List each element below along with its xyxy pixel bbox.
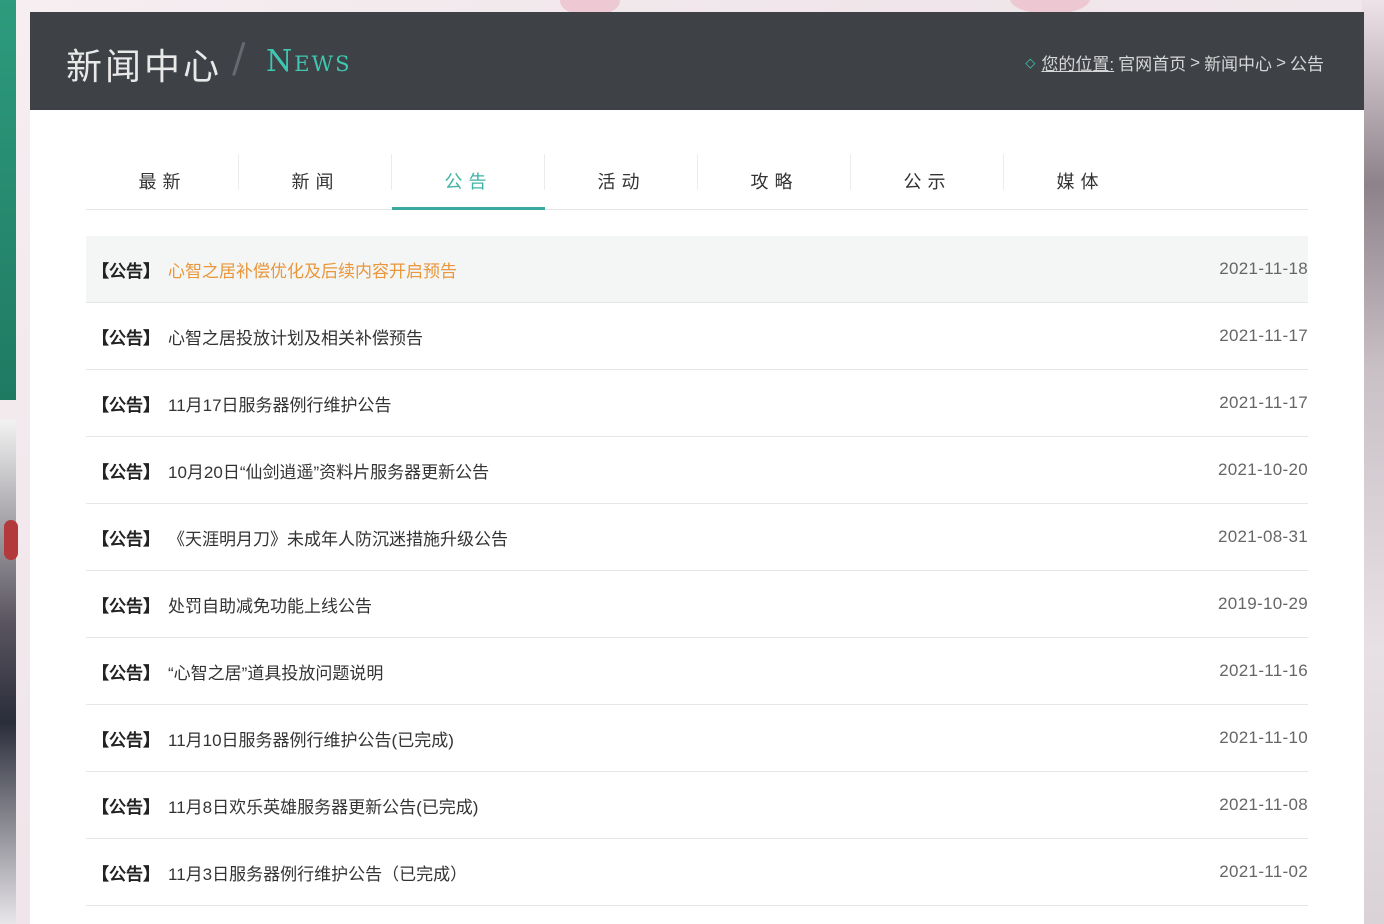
diamond-icon: ◇	[1025, 54, 1036, 70]
news-row[interactable]: 【公告】 处罚自助减免功能上线公告 2019-10-29	[86, 571, 1308, 638]
tab-label: 最新	[138, 171, 187, 192]
news-list: 【公告】 心智之居补偿优化及后续内容开启预告 2021-11-18 【公告】 心智之…	[86, 236, 1308, 906]
tab-latest[interactable]: 最新	[86, 152, 239, 209]
tab-notices[interactable]: 公示	[851, 152, 1004, 209]
news-date: 2021-11-16	[1219, 661, 1308, 680]
news-tag: 【公告】	[92, 730, 160, 750]
category-tabs: 最新 新闻 公告 活动 攻略 公示 媒体	[86, 152, 1308, 210]
tab-news[interactable]: 新闻	[239, 152, 392, 209]
tab-label: 攻略	[750, 171, 799, 192]
news-row[interactable]: 【公告】 11月8日欢乐英雄服务器更新公告(已完成) 2021-11-08	[86, 772, 1308, 839]
news-title[interactable]: 10月20日“仙剑逍遥”资料片服务器更新公告	[168, 458, 489, 483]
news-tag: 【公告】	[92, 797, 160, 817]
news-title[interactable]: 《天涯明月刀》未成年人防沉迷措施升级公告	[168, 525, 508, 550]
news-row[interactable]: 【公告】 “心智之居”道具投放问题说明 2021-11-16	[86, 638, 1308, 705]
breadcrumb-link-announcement[interactable]: 公告	[1290, 50, 1324, 75]
news-title[interactable]: 11月8日欢乐英雄服务器更新公告(已完成)	[168, 793, 478, 818]
breadcrumb: ◇ 您的位置: 官网首页 > 新闻中心 > 公告	[1025, 50, 1324, 75]
news-date: 2021-11-10	[1219, 728, 1308, 747]
news-title[interactable]: 11月10日服务器例行维护公告(已完成)	[168, 726, 454, 751]
news-title[interactable]: 心智之居补偿优化及后续内容开启预告	[168, 257, 457, 282]
news-tag: 【公告】	[92, 328, 160, 348]
active-tab-indicator	[392, 207, 545, 210]
news-row[interactable]: 【公告】 11月3日服务器例行维护公告（已完成） 2021-11-02	[86, 839, 1308, 906]
breadcrumb-separator: >	[1190, 52, 1201, 72]
breadcrumb-link-home[interactable]: 官网首页	[1118, 50, 1186, 75]
news-row[interactable]: 【公告】 《天涯明月刀》未成年人防沉迷措施升级公告 2021-08-31	[86, 504, 1308, 571]
news-tag: 【公告】	[92, 864, 160, 884]
news-row[interactable]: 【公告】 11月10日服务器例行维护公告(已完成) 2021-11-10	[86, 705, 1308, 772]
background-art-left-bottom	[0, 420, 16, 924]
news-tag: 【公告】	[92, 462, 160, 482]
news-tag: 【公告】	[92, 395, 160, 415]
news-date: 2021-08-31	[1218, 527, 1308, 546]
news-tag: 【公告】	[92, 529, 160, 549]
tab-label: 新闻	[291, 171, 340, 192]
tab-label: 媒体	[1056, 171, 1105, 192]
tab-announcement[interactable]: 公告	[392, 152, 545, 210]
news-tag: 【公告】	[92, 663, 160, 683]
page-title: 新闻中心	[66, 47, 223, 88]
news-title[interactable]: 处罚自助减免功能上线公告	[168, 592, 372, 617]
breadcrumb-link-news-center[interactable]: 新闻中心	[1204, 50, 1272, 75]
news-date: 2021-11-02	[1219, 862, 1308, 881]
background-art-right	[1362, 0, 1384, 924]
news-date: 2021-10-20	[1218, 460, 1308, 479]
news-date: 2021-11-17	[1219, 393, 1308, 412]
news-date: 2019-10-29	[1218, 594, 1308, 613]
tab-events[interactable]: 活动	[545, 152, 698, 209]
tab-label: 公告	[444, 171, 493, 192]
breadcrumb-separator: >	[1276, 52, 1286, 72]
news-tag: 【公告】	[92, 261, 160, 281]
news-date: 2021-11-17	[1219, 326, 1308, 345]
news-row[interactable]: 【公告】 11月17日服务器例行维护公告 2021-11-17	[86, 370, 1308, 437]
tab-label: 公示	[903, 171, 952, 192]
news-date: 2021-11-08	[1219, 795, 1308, 814]
tab-label: 活动	[597, 171, 646, 192]
news-date: 2021-11-18	[1219, 259, 1308, 278]
news-row[interactable]: 【公告】 心智之居投放计划及相关补偿预告 2021-11-17	[86, 303, 1308, 370]
title-divider: /	[232, 36, 246, 82]
page-title-en: News	[266, 44, 352, 79]
news-title[interactable]: 11月3日服务器例行维护公告（已完成）	[168, 860, 467, 885]
background-art-left-top	[0, 0, 16, 400]
news-title[interactable]: “心智之居”道具投放问题说明	[168, 659, 383, 684]
tab-guides[interactable]: 攻略	[698, 152, 851, 209]
news-title[interactable]: 11月17日服务器例行维护公告	[168, 391, 392, 416]
background-art-ornament	[4, 520, 18, 560]
news-panel: 新闻中心 / News ◇ 您的位置: 官网首页 > 新闻中心 > 公告 最新 …	[30, 12, 1364, 924]
breadcrumb-prefix: 您的位置:	[1041, 55, 1115, 74]
tab-media[interactable]: 媒体	[1004, 152, 1157, 209]
news-title[interactable]: 心智之居投放计划及相关补偿预告	[168, 324, 423, 349]
news-row[interactable]: 【公告】 10月20日“仙剑逍遥”资料片服务器更新公告 2021-10-20	[86, 437, 1308, 504]
news-row[interactable]: 【公告】 心智之居补偿优化及后续内容开启预告 2021-11-18	[86, 236, 1308, 303]
news-tag: 【公告】	[92, 596, 160, 616]
page-header: 新闻中心 / News ◇ 您的位置: 官网首页 > 新闻中心 > 公告	[30, 12, 1364, 110]
